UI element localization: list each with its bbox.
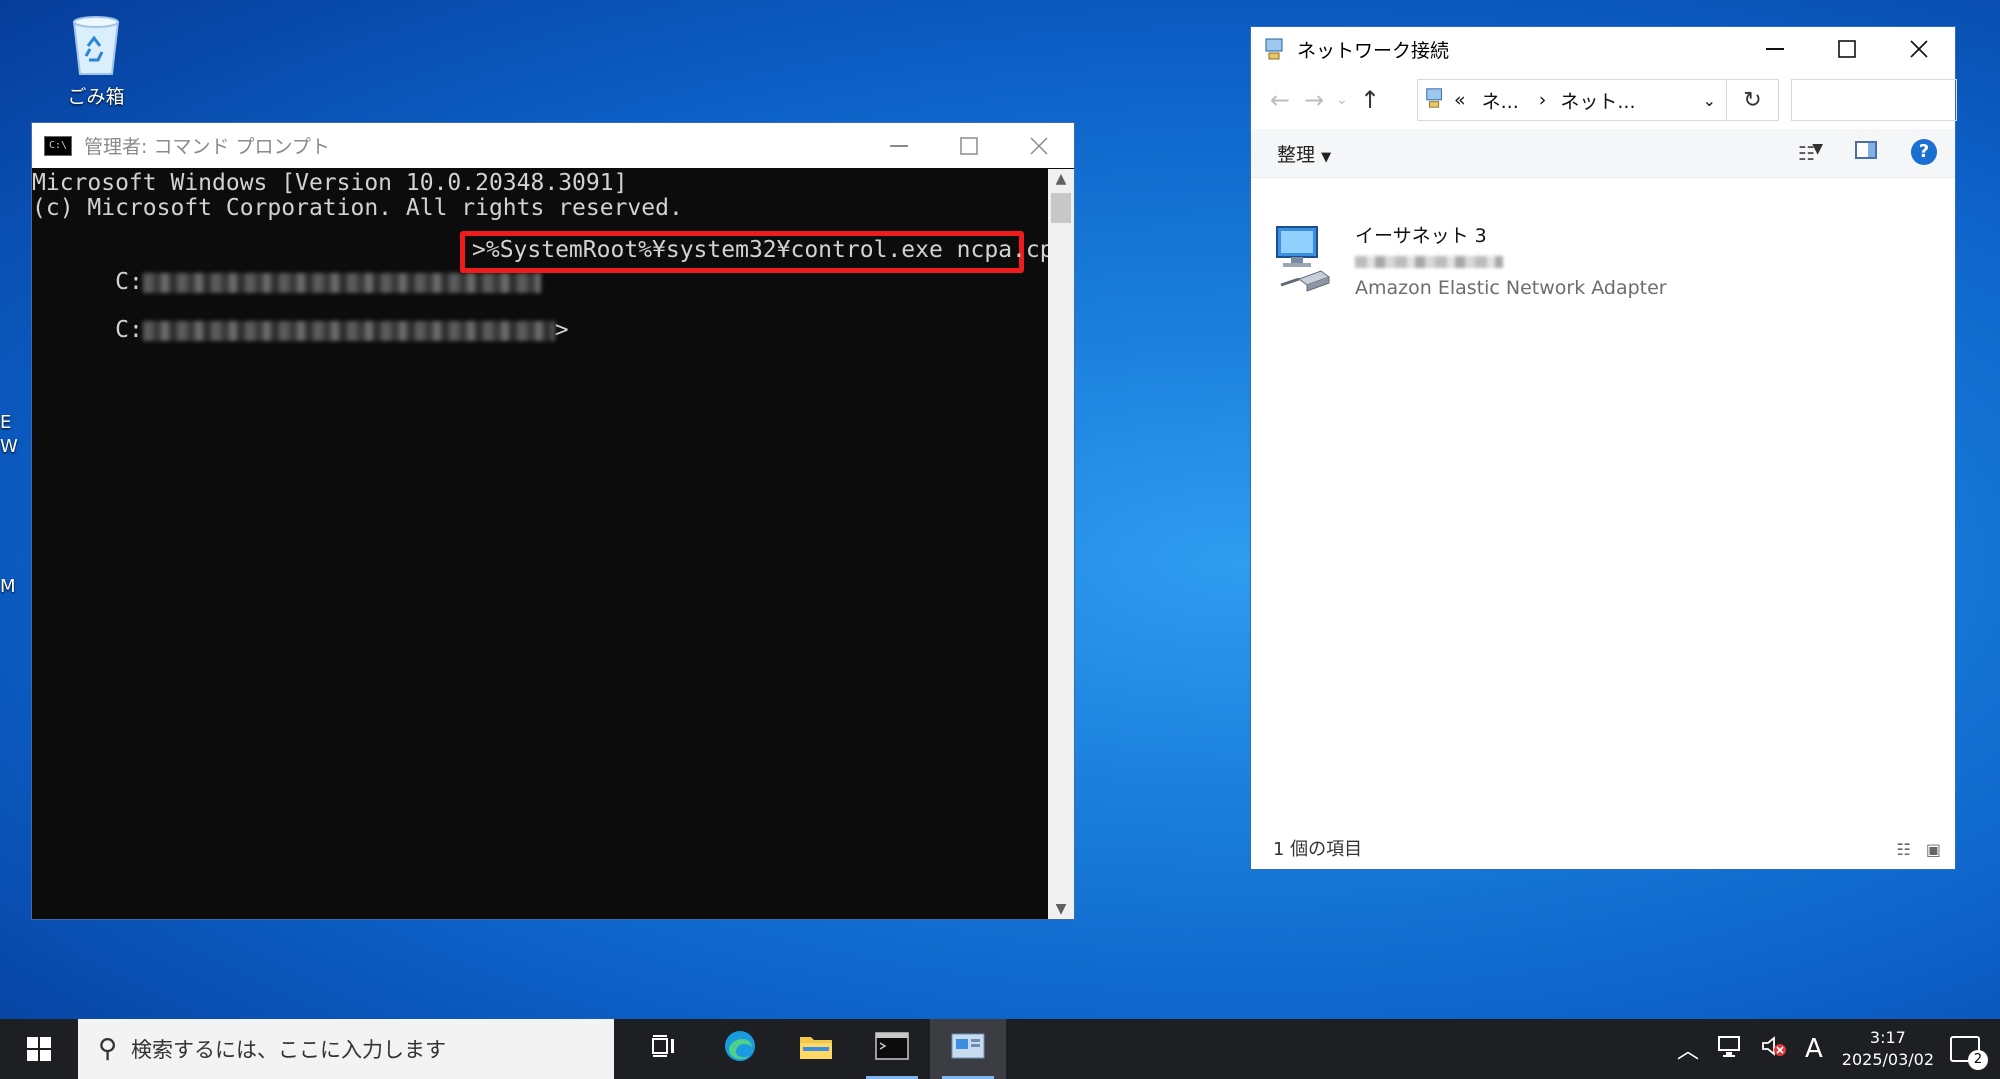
close-button[interactable] [1883, 27, 1955, 71]
ime-mode-indicator[interactable]: A [1805, 1034, 1823, 1064]
recycle-bin-label: ごみ箱 [67, 86, 125, 108]
breadcrumb-overflow[interactable]: « [1454, 89, 1466, 111]
breadcrumb-item[interactable]: ネ... [1482, 87, 1519, 114]
help-icon[interactable]: ? [1911, 139, 1937, 165]
desktop-icon-label-partial: W [0, 436, 18, 457]
view-options-dropdown-icon[interactable]: ▼ [1812, 141, 1823, 157]
prompt-drive: C: [115, 269, 143, 295]
address-location-icon [1424, 87, 1446, 114]
notification-count-badge: 2 [1968, 1050, 1988, 1070]
file-explorer-taskbar-button[interactable] [778, 1019, 854, 1079]
status-bar-view-buttons: ☷ ▣ [1896, 840, 1941, 859]
clock-date: 2025/03/02 [1841, 1050, 1934, 1069]
maximize-button[interactable] [1811, 27, 1883, 71]
network-connections-window[interactable]: ネットワーク接続 ← → ⌄ ↑ « ネ... › ネット... ⌄ ↻ 整理 … [1250, 26, 1957, 870]
explorer-title-bar[interactable]: ネットワーク接続 [1251, 27, 1955, 71]
edge-browser-icon [723, 1029, 757, 1069]
command-bar: 整理 ▼ ☷ ▼ ? [1251, 129, 1955, 178]
network-status-icon[interactable] [1717, 1035, 1743, 1063]
adapter-description: Amazon Elastic Network Adapter [1355, 277, 1667, 299]
minimize-button[interactable] [864, 123, 934, 168]
address-dropdown-chevron-icon[interactable]: ⌄ [1703, 91, 1716, 110]
scroll-up-arrow-icon[interactable]: ▲ [1048, 171, 1074, 187]
desktop-icon-label-partial: M [0, 576, 16, 597]
status-bar-item-count: 1 個の項目 [1273, 839, 1363, 860]
minimize-button[interactable] [1739, 27, 1811, 71]
search-icon: ⚲ [98, 1034, 118, 1064]
explorer-window-title: ネットワーク接続 [1297, 39, 1450, 62]
windows-logo-icon [27, 1037, 51, 1061]
recent-locations-chevron-icon[interactable]: ⌄ [1331, 92, 1353, 108]
organize-label: 整理 [1277, 143, 1316, 166]
start-button[interactable] [0, 1019, 78, 1079]
redacted-path [142, 320, 555, 341]
clock[interactable]: 3:17 2025/03/02 [1842, 1027, 1934, 1071]
cmd-window-title: 管理者: コマンド プロンプト [84, 136, 330, 158]
show-hidden-icons-chevron-icon[interactable]: ︿ [1677, 1033, 1699, 1065]
adapter-name: イーサネット 3 [1355, 225, 1487, 247]
network-connections-icon [1263, 37, 1287, 61]
cmd-app-icon: C:\ [44, 135, 72, 156]
cmd-title-bar[interactable]: C:\ 管理者: コマンド プロンプト [32, 123, 1074, 168]
redacted-path [142, 272, 541, 293]
prompt-drive: C: [115, 317, 143, 343]
dropdown-triangle-icon: ▼ [1321, 149, 1332, 165]
network-connections-taskbar-button[interactable] [930, 1019, 1006, 1079]
command-prompt-taskbar-button[interactable] [854, 1019, 930, 1079]
taskbar: ⚲ 検索するには、ここに入力します ︿ A 3:17 2025/03/02 2 [0, 1019, 2000, 1079]
taskbar-search-box[interactable]: ⚲ 検索するには、ここに入力します [78, 1019, 614, 1079]
back-arrow-icon[interactable]: ← [1263, 86, 1297, 114]
console-line: (c) Microsoft Corporation. All rights re… [32, 195, 683, 221]
task-view-button[interactable] [626, 1019, 702, 1079]
recycle-bin-desktop-icon[interactable]: ごみ箱 [46, 12, 146, 109]
command-prompt-icon [875, 1032, 909, 1066]
large-icons-view-icon[interactable]: ▣ [1926, 840, 1941, 859]
system-tray: ︿ A 3:17 2025/03/02 2 [1668, 1019, 2000, 1079]
refresh-icon[interactable]: ↻ [1727, 79, 1779, 121]
clock-time: 3:17 [1869, 1028, 1906, 1047]
forward-arrow-icon[interactable]: → [1297, 86, 1331, 114]
breadcrumb-separator[interactable]: › [1539, 89, 1547, 111]
desktop-icon-label-partial: E [0, 412, 12, 433]
console-prompt-line: C: > [32, 293, 569, 368]
volume-muted-icon[interactable] [1761, 1035, 1787, 1063]
details-view-icon[interactable]: ☷ [1896, 840, 1910, 859]
network-connections-icon [951, 1032, 985, 1066]
close-button[interactable] [1004, 123, 1074, 168]
edge-taskbar-button[interactable] [702, 1019, 778, 1079]
breadcrumb-item[interactable]: ネット... [1560, 87, 1635, 114]
network-adapter-item[interactable]: イーサネット 3 Amazon Elastic Network Adapter [1271, 223, 1667, 301]
organize-menu-button[interactable]: 整理 ▼ [1277, 140, 1331, 167]
task-view-icon [651, 1034, 677, 1064]
preview-pane-icon[interactable] [1855, 141, 1877, 159]
prompt-symbol: > [554, 317, 569, 343]
search-box[interactable] [1791, 79, 1957, 121]
scrollbar-thumb[interactable] [1051, 193, 1071, 223]
cmd-vertical-scrollbar[interactable]: ▲ ▼ [1048, 169, 1074, 919]
folder-icon [799, 1032, 833, 1066]
maximize-button[interactable] [934, 123, 1004, 168]
highlighted-command: >%SystemRoot%¥system32¥control.exe ncpa.… [472, 237, 1068, 263]
up-arrow-icon[interactable]: ↑ [1353, 86, 1387, 114]
address-bar[interactable]: « ネ... › ネット... ⌄ [1417, 79, 1727, 121]
command-prompt-window[interactable]: C:\ 管理者: コマンド プロンプト Microsoft Windows [V… [31, 122, 1075, 920]
scroll-down-arrow-icon[interactable]: ▼ [1048, 901, 1074, 917]
recycle-bin-icon [66, 12, 126, 78]
navigation-bar: ← → ⌄ ↑ « ネ... › ネット... ⌄ ↻ [1251, 71, 1957, 129]
cmd-console-output[interactable]: Microsoft Windows [Version 10.0.20348.30… [32, 169, 1067, 919]
action-center-notification-icon[interactable]: 2 [1950, 1036, 1988, 1070]
search-placeholder: 検索するには、ここに入力します [131, 1038, 447, 1062]
redacted-network-name [1355, 256, 1503, 268]
console-line: Microsoft Windows [Version 10.0.20348.30… [32, 170, 628, 196]
network-adapter-icon [1271, 223, 1333, 295]
